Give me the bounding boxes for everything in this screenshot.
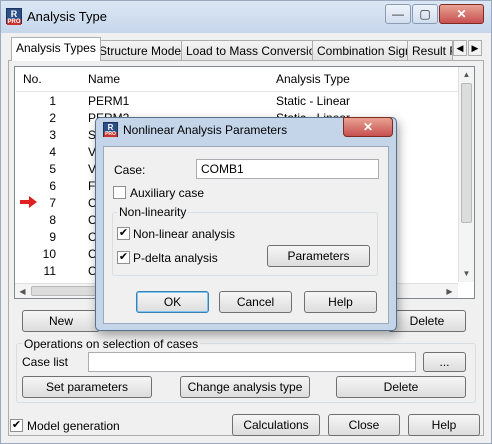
checkmark-icon: ✔	[11, 419, 22, 431]
tab-scroll-arrows: ◀ ▶	[453, 40, 483, 57]
tab-load-to-mass-conversion[interactable]: Load to Mass Conversion	[181, 40, 328, 60]
nonlinear-analysis-checkbox[interactable]: ✔	[117, 227, 130, 240]
window-close-button[interactable]: ✕	[439, 4, 484, 24]
tab-combination-sign[interactable]: Combination Sign	[312, 40, 417, 60]
ok-button[interactable]: OK	[136, 291, 209, 313]
nonlinear-analysis-label: Non-linear analysis	[133, 227, 236, 241]
scroll-down-icon[interactable]: ▼	[459, 266, 474, 281]
row-number: 4	[49, 145, 56, 159]
case-list-browse-button[interactable]: ...	[423, 352, 466, 372]
scroll-up-icon[interactable]: ▲	[459, 67, 474, 82]
parameters-button[interactable]: Parameters	[267, 245, 370, 267]
header-divider	[16, 91, 458, 92]
column-header-no[interactable]: No.	[23, 72, 42, 86]
row-number: 9	[49, 230, 56, 244]
checkmark-icon: ✔	[118, 227, 129, 239]
row-number: 8	[49, 213, 56, 227]
minimize-button[interactable]: —	[385, 4, 411, 24]
scroll-right-icon[interactable]: ▶	[442, 284, 457, 299]
delete-case-button[interactable]: Delete	[388, 310, 466, 332]
table-row[interactable]: 1 PERM1 Static - Linear	[16, 94, 457, 111]
auxiliary-case-label: Auxiliary case	[130, 186, 205, 200]
tab-scroll-right-icon[interactable]: ▶	[468, 40, 482, 56]
close-button[interactable]: Close	[328, 414, 400, 436]
help-button[interactable]: Help	[408, 414, 480, 436]
delete-selection-button[interactable]: Delete	[336, 376, 466, 398]
auxiliary-case-checkbox[interactable]	[113, 186, 126, 199]
tab-structure-model[interactable]: Structure Model	[94, 40, 189, 60]
model-generation-checkbox[interactable]: ✔	[10, 419, 23, 432]
case-name-field[interactable]: COMB1	[196, 159, 379, 179]
row-number: 10	[42, 247, 56, 261]
row-name: PERM1	[88, 94, 130, 108]
nonlinearity-group-label: Non-linearity	[117, 205, 189, 219]
pdelta-analysis-checkbox[interactable]: ✔	[117, 251, 130, 264]
robot-app-icon: R PRO	[6, 8, 22, 25]
model-generation-label: Model generation	[27, 419, 120, 433]
column-header-name[interactable]: Name	[88, 72, 120, 86]
dialog-app-icon: R PRO	[103, 122, 118, 137]
tab-analysis-types[interactable]: Analysis Types	[11, 37, 101, 61]
new-case-button[interactable]: New	[22, 310, 100, 332]
list-vertical-scrollbar[interactable]: ▲ ▼	[458, 67, 474, 282]
row-number: 3	[49, 128, 56, 142]
case-label: Case:	[114, 163, 146, 177]
column-header-analysis-type[interactable]: Analysis Type	[276, 72, 350, 86]
cancel-button[interactable]: Cancel	[219, 291, 292, 313]
case-list-label: Case list	[22, 355, 69, 369]
operations-group-label: Operations on selection of cases	[22, 337, 201, 351]
tab-scroll-left-icon[interactable]: ◀	[453, 40, 467, 56]
vertical-scroll-thumb[interactable]	[461, 83, 472, 223]
row-analysis-type: Static - Linear	[276, 94, 351, 108]
red-arrow-icon	[20, 196, 37, 208]
dialog-help-button[interactable]: Help	[304, 291, 377, 313]
calculations-button[interactable]: Calculations	[232, 414, 320, 436]
set-parameters-button[interactable]: Set parameters	[22, 376, 152, 398]
row-number: 5	[49, 162, 56, 176]
case-list-input[interactable]	[88, 352, 416, 372]
dialog-title: Nonlinear Analysis Parameters	[123, 123, 288, 137]
row-number: 2	[49, 111, 56, 125]
row-number: 1	[49, 94, 56, 108]
window-title: Analysis Type	[27, 9, 107, 24]
tab-result[interactable]: Result F	[407, 40, 453, 60]
checkmark-icon: ✔	[118, 251, 129, 263]
maximize-button[interactable]: ▢	[412, 4, 438, 24]
pdelta-analysis-label: P-delta analysis	[133, 251, 218, 265]
row-number: 6	[49, 179, 56, 193]
row-number: 11	[43, 264, 56, 278]
change-analysis-type-button[interactable]: Change analysis type	[180, 376, 310, 398]
dialog-close-button[interactable]: ✕	[343, 117, 393, 137]
scroll-left-icon[interactable]: ◀	[15, 284, 30, 299]
